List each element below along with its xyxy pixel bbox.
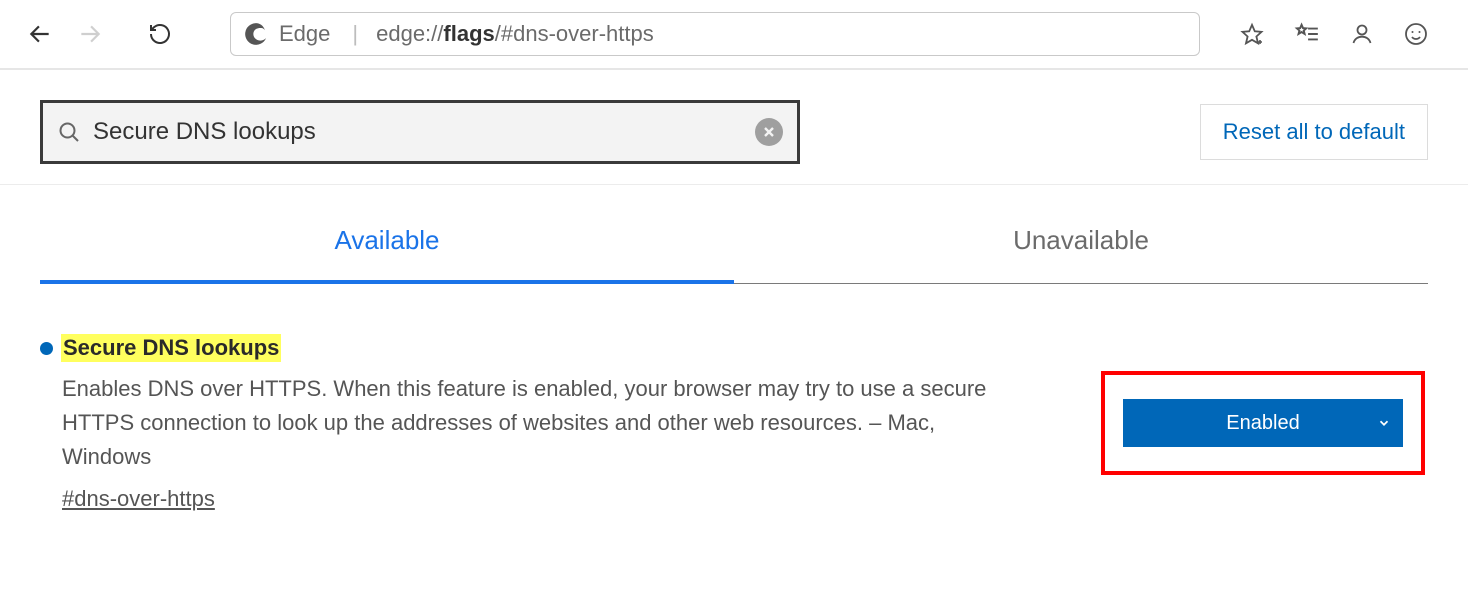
clear-search-button[interactable]: [755, 118, 783, 146]
flag-state-dropdown[interactable]: Enabled: [1123, 399, 1403, 447]
edge-logo-icon: [243, 21, 269, 47]
favorites-list-icon[interactable]: [1294, 21, 1320, 47]
flags-search-row: Reset all to default: [0, 70, 1468, 185]
flags-search-box[interactable]: [40, 100, 800, 164]
reset-all-button[interactable]: Reset all to default: [1200, 104, 1428, 160]
modified-indicator-icon: [40, 342, 53, 355]
flags-tabs: Available Unavailable: [40, 225, 1428, 284]
search-icon: [57, 120, 81, 144]
browser-toolbar: Edge | edge://flags/#dns-over-https: [0, 0, 1468, 70]
address-bar[interactable]: Edge | edge://flags/#dns-over-https: [230, 12, 1200, 56]
flag-hash-link[interactable]: #dns-over-https: [62, 486, 215, 512]
url-text: edge://flags/#dns-over-https: [376, 21, 654, 47]
flags-search-input[interactable]: [93, 118, 755, 146]
feedback-smiley-icon[interactable]: [1404, 22, 1428, 46]
flag-description: Enables DNS over HTTPS. When this featur…: [62, 372, 1002, 474]
forward-button: [70, 14, 110, 54]
tab-unavailable[interactable]: Unavailable: [734, 225, 1428, 284]
profile-icon[interactable]: [1350, 22, 1374, 46]
chevron-down-icon: [1377, 416, 1391, 430]
tab-available[interactable]: Available: [40, 225, 734, 284]
address-separator: |: [352, 21, 358, 47]
flag-title: Secure DNS lookups: [61, 334, 281, 362]
annotation-highlight-box: Enabled: [1101, 371, 1425, 475]
back-button[interactable]: [20, 14, 60, 54]
toolbar-actions: [1220, 21, 1448, 47]
favorite-star-icon[interactable]: [1240, 22, 1264, 46]
flag-entry: Secure DNS lookups Enables DNS over HTTP…: [0, 284, 1468, 512]
site-identity-label: Edge: [279, 21, 330, 47]
flag-state-selected: Enabled: [1226, 412, 1299, 435]
refresh-button[interactable]: [140, 14, 180, 54]
